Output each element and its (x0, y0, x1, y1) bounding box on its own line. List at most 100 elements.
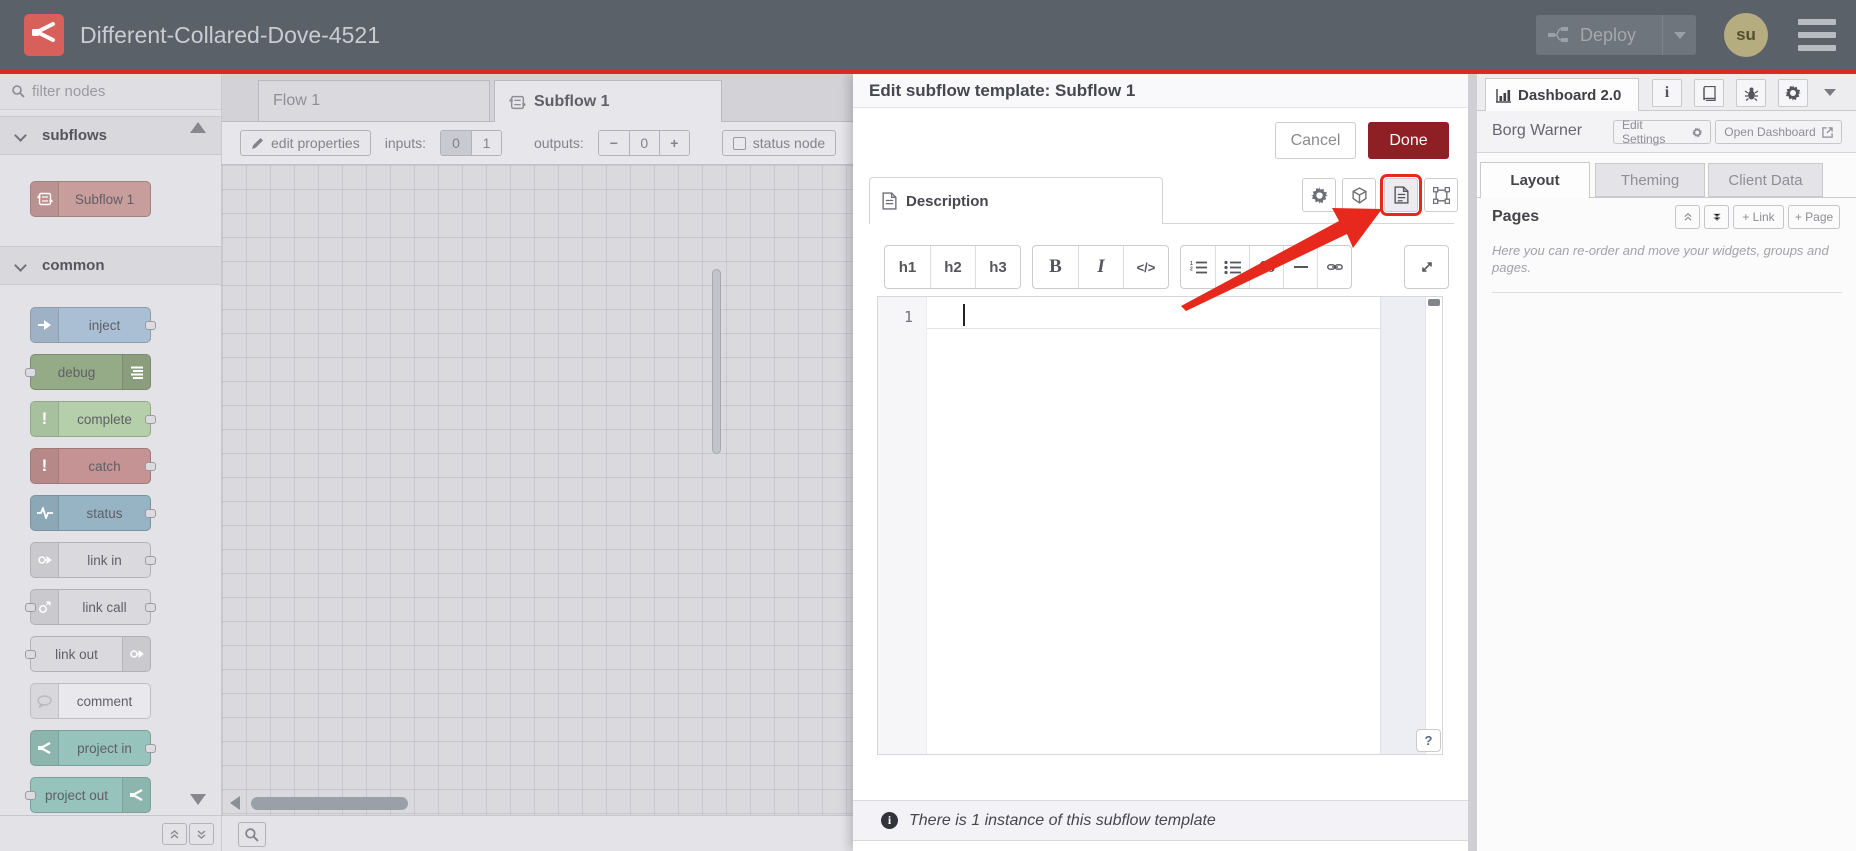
palette-node-link-call[interactable]: link call (25, 589, 156, 625)
horizontal-rule-button[interactable] (1283, 246, 1317, 288)
sidebar-resize-handle[interactable] (1468, 74, 1477, 851)
h3-button[interactable]: h3 (975, 246, 1020, 288)
subflow-instance-infobar: i There is 1 instance of this subflow te… (853, 800, 1468, 841)
filter-nodes-input[interactable] (32, 83, 182, 100)
collapse-pages-button[interactable] (1675, 205, 1700, 229)
palette-node-status[interactable]: status (30, 495, 156, 531)
expand-pages-button[interactable] (1704, 205, 1729, 229)
code-button[interactable]: </> (1123, 246, 1168, 288)
subflow-icon (31, 182, 59, 216)
link-icon (31, 543, 59, 577)
tab-description[interactable]: Description (869, 177, 1163, 224)
output-port (145, 462, 156, 471)
divider (1492, 292, 1842, 293)
palette-node-project-in[interactable]: project in (30, 730, 156, 766)
palette-filter[interactable] (0, 74, 221, 110)
cube-icon (1351, 186, 1367, 204)
palette-node-catch[interactable]: ! catch (30, 448, 156, 484)
add-page-button[interactable]: + Page (1788, 205, 1840, 229)
workspace-search-button[interactable] (238, 822, 266, 847)
tab-theming[interactable]: Theming (1595, 163, 1705, 197)
description-editor-button[interactable] (1380, 174, 1422, 216)
tab-layout[interactable]: Layout (1480, 162, 1590, 198)
canvas-vertical-scrollbar[interactable] (712, 269, 721, 454)
appearance-button[interactable] (1424, 178, 1458, 212)
book-icon (1702, 85, 1716, 101)
palette-node-inject[interactable]: inject (30, 307, 156, 343)
h1-button[interactable]: h1 (885, 246, 930, 288)
palette-scroll-down[interactable] (190, 794, 206, 805)
line-number: 1 (903, 308, 913, 326)
main-menu-button[interactable] (1798, 19, 1836, 51)
node-label: complete (77, 411, 132, 427)
tab-client-data[interactable]: Client Data (1708, 163, 1823, 197)
ordered-list-button[interactable]: 12 (1181, 246, 1215, 288)
edit-settings-button[interactable]: Edit Settings (1613, 118, 1711, 146)
open-dashboard-button[interactable]: Open Dashboard (1715, 120, 1842, 144)
header-underline (0, 70, 1856, 74)
node-label: comment (76, 693, 133, 709)
expand-editor-button[interactable] (1405, 246, 1448, 288)
node-label: link out (55, 646, 98, 662)
canvas-horizontal-scrollbar[interactable] (251, 797, 408, 810)
outputs-increment-button[interactable]: + (658, 131, 689, 155)
add-link-button[interactable]: + Link (1733, 205, 1784, 229)
sidebar-tab-strip: Dashboard 2.0 i (1477, 74, 1856, 112)
bold-button[interactable]: B (1033, 246, 1078, 288)
insert-link-button[interactable] (1317, 246, 1351, 288)
svg-text:2: 2 (1190, 266, 1193, 272)
debug-tab-button[interactable] (1736, 79, 1766, 107)
canvas-scroll-left-arrow[interactable] (230, 796, 240, 810)
sidebar-tabs-menu-button[interactable] (1824, 89, 1836, 96)
h2-button[interactable]: h2 (930, 246, 975, 288)
tab-label: Subflow 1 (534, 93, 610, 110)
cancel-button[interactable]: Cancel (1275, 122, 1356, 159)
edit-properties-button[interactable]: edit properties (240, 130, 371, 156)
done-button[interactable]: Done (1368, 122, 1449, 159)
palette-node-debug[interactable]: debug (25, 354, 151, 390)
palette-scroll-up[interactable] (190, 122, 206, 133)
dashboard-project-name: Borg Warner (1492, 122, 1583, 139)
palette-category-common[interactable]: common (0, 246, 221, 285)
inputs-option-0[interactable]: 0 (440, 131, 471, 155)
editor-scrollbar-thumb[interactable] (1428, 299, 1440, 306)
info-tab-button[interactable]: i (1652, 79, 1682, 107)
italic-button[interactable]: I (1078, 246, 1123, 288)
tab-dashboard-2[interactable]: Dashboard 2.0 (1485, 78, 1639, 112)
editor-scrollbar[interactable] (1425, 297, 1442, 754)
editor-gutter: 1 (878, 297, 927, 754)
help-tab-button[interactable] (1694, 79, 1724, 107)
config-tab-button[interactable] (1778, 79, 1808, 107)
node-label: project in (77, 740, 132, 756)
palette-node-link-in[interactable]: link in (30, 542, 156, 578)
node-label: link in (87, 552, 122, 568)
module-properties-button[interactable] (1342, 178, 1376, 212)
unordered-list-button[interactable] (1215, 246, 1249, 288)
palette-category-subflows[interactable]: subflows (0, 116, 221, 155)
deploy-options-button[interactable] (1662, 15, 1696, 55)
blockquote-button[interactable]: 66 (1249, 246, 1283, 288)
palette-node-project-out[interactable]: project out (25, 777, 151, 813)
palette-expand-all-button[interactable] (189, 823, 214, 845)
tab-subflow-1[interactable]: Subflow 1 (494, 80, 722, 123)
description-editor[interactable]: 1 ? (877, 296, 1443, 755)
inputs-option-1[interactable]: 1 (470, 131, 501, 155)
input-port (25, 650, 36, 659)
outputs-decrement-button[interactable]: − (598, 131, 629, 155)
tab-flow-1[interactable]: Flow 1 (258, 80, 490, 122)
palette-node-complete[interactable]: ! complete (30, 401, 156, 437)
expand-all-icon (197, 829, 206, 839)
deploy-button[interactable]: Deploy (1536, 15, 1696, 55)
search-icon (12, 85, 25, 98)
editor-help-button[interactable]: ? (1416, 729, 1441, 752)
palette-node-link-out[interactable]: link out (25, 636, 151, 672)
palette-node-comment[interactable]: comment (30, 683, 151, 719)
node-properties-button[interactable] (1302, 178, 1336, 212)
output-port (145, 415, 156, 424)
status-node-toggle[interactable]: status node (721, 130, 837, 156)
edit-subflow-dialog: Edit subflow template: Subflow 1 Cancel … (853, 74, 1468, 851)
palette-node-subflow-1[interactable]: Subflow 1 (30, 181, 151, 217)
user-avatar[interactable]: su (1724, 13, 1768, 57)
gear-icon (1310, 186, 1328, 204)
palette-collapse-all-button[interactable] (162, 823, 187, 845)
